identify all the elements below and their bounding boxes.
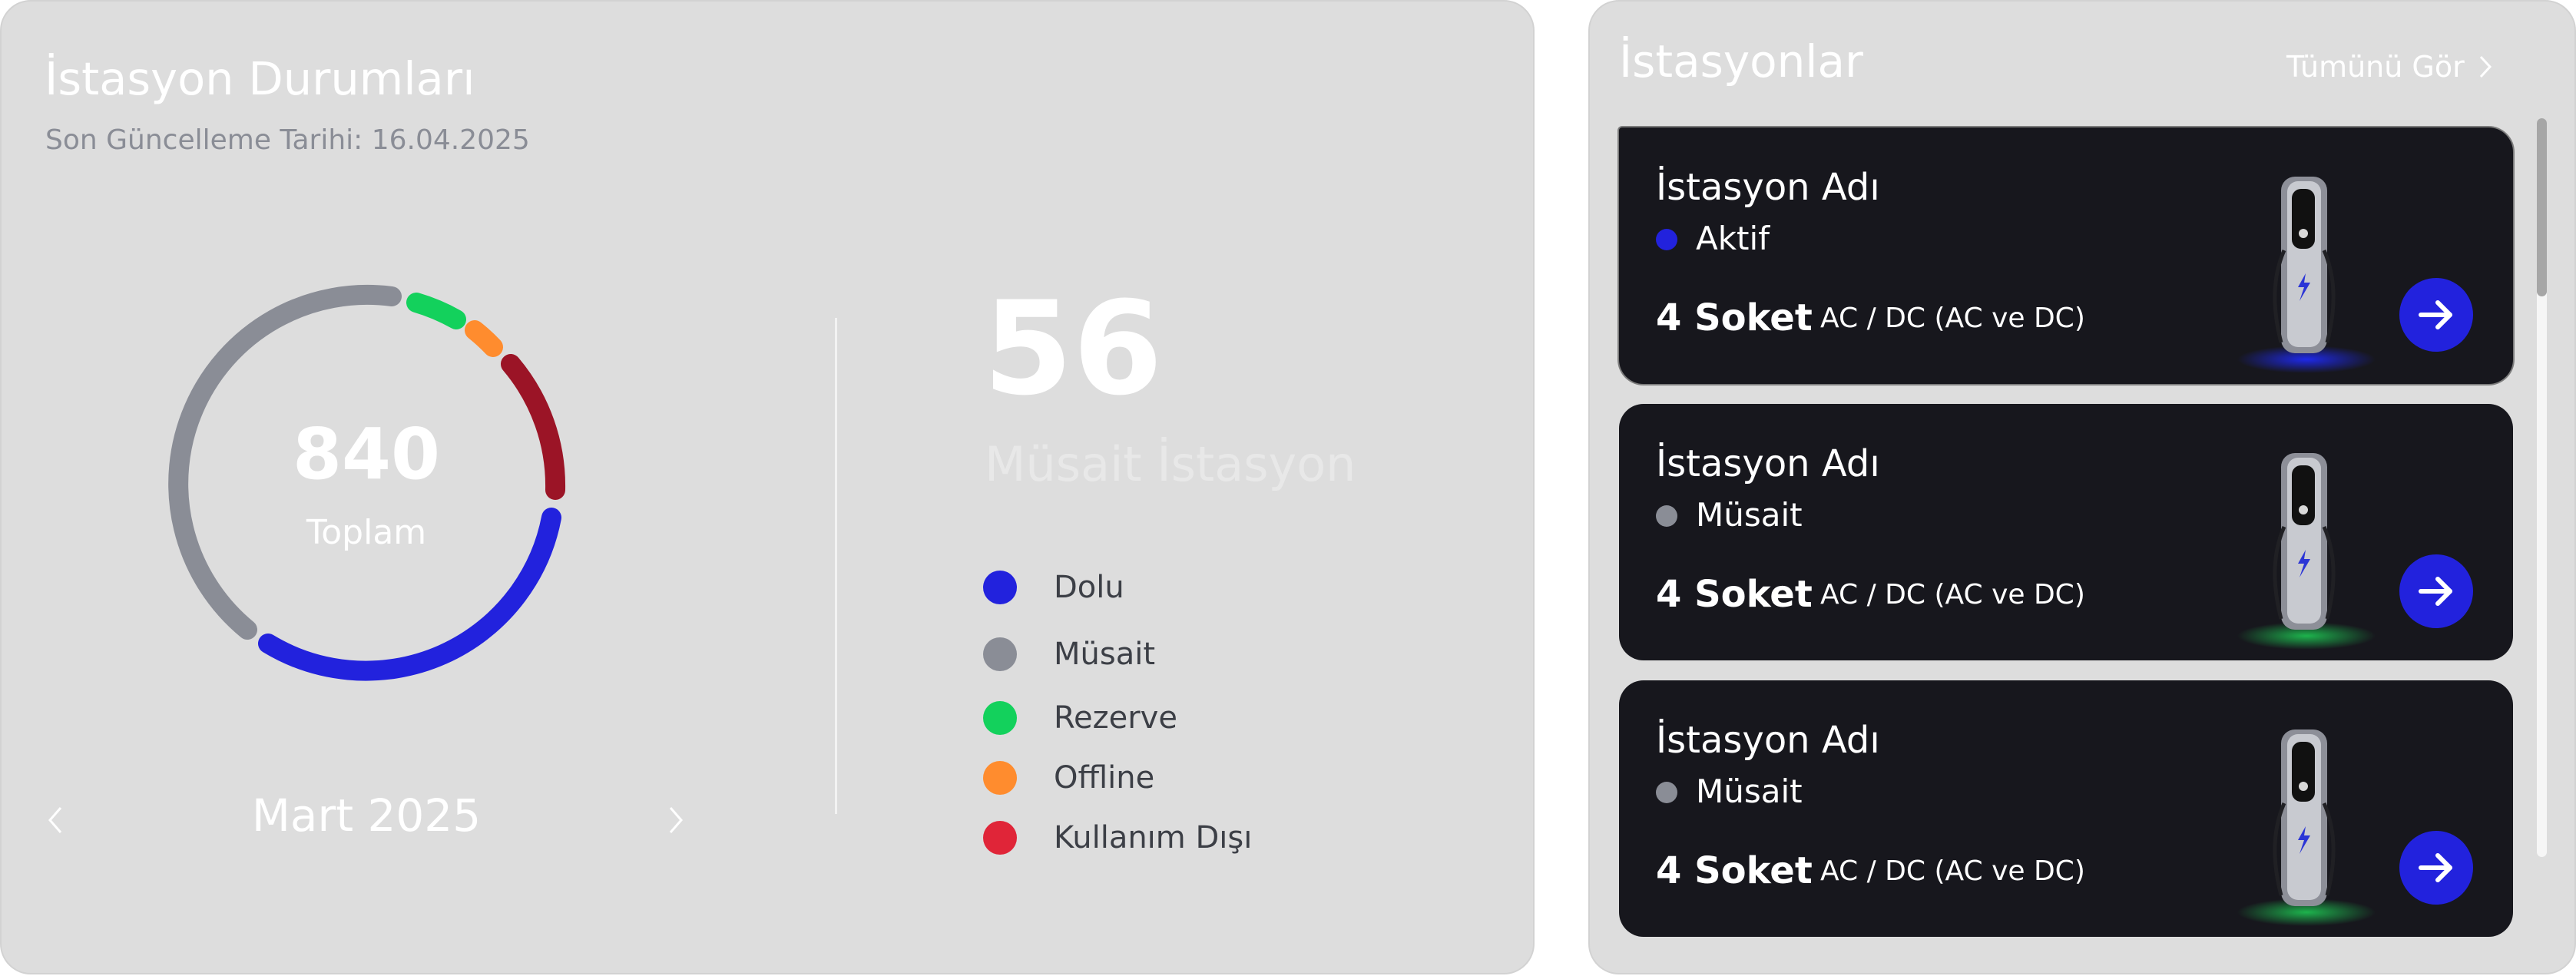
open-station-button[interactable] (2399, 554, 2473, 628)
arrow-right-icon (2419, 300, 2452, 329)
see-all-link[interactable]: Tümünü Gör (2286, 46, 2492, 88)
scrollbar-thumb[interactable] (2537, 118, 2547, 296)
arrow-right-icon (2419, 577, 2452, 606)
ev-charger-image (2237, 177, 2376, 373)
legend-item-dolu: Dolu (983, 570, 1124, 605)
total-count: 840 (292, 413, 441, 495)
station-name: İstasyon Adı (1656, 442, 1880, 485)
socket-type: AC / DC (AC ve DC) (1820, 855, 2085, 887)
socket-count: 4 Soket (1656, 573, 1813, 616)
station-card[interactable]: İstasyon Adı Müsait 4 Soket AC / DC (AC … (1619, 680, 2513, 937)
stations-panel: İstasyonlar Tümünü Gör İstasyon Adı Akti… (1588, 0, 2576, 974)
station-name: İstasyon Adı (1656, 719, 1880, 762)
legend-dot (983, 761, 1017, 795)
available-count: 56 (983, 273, 1163, 424)
open-station-button[interactable] (2399, 831, 2473, 905)
vertical-divider (835, 318, 837, 814)
station-status: Müsait (1696, 496, 1803, 534)
legend-dot (983, 637, 1017, 671)
socket-count: 4 Soket (1656, 296, 1813, 339)
station-card[interactable]: İstasyon Adı Müsait 4 Soket AC / DC (AC … (1619, 404, 2513, 660)
status-dot (1656, 782, 1677, 803)
station-status: Müsait (1696, 773, 1803, 810)
legend-label: Rezerve (1054, 700, 1177, 736)
total-label: Toplam (306, 513, 427, 552)
legend-label: Müsait (1054, 637, 1156, 672)
station-status-panel: İstasyon Durumları Son Güncelleme Tarihi… (0, 0, 1535, 974)
legend-label: Offline (1054, 760, 1155, 796)
status-dot (1656, 229, 1677, 250)
station-status: Aktif (1696, 220, 1770, 257)
status-dot (1656, 505, 1677, 527)
station-card[interactable]: İstasyon Adı Aktif 4 Soket AC / DC (AC v… (1619, 127, 2513, 384)
next-month-button[interactable] (661, 800, 691, 840)
see-all-label: Tümünü Gör (2286, 50, 2465, 84)
legend-label: Dolu (1054, 570, 1124, 605)
ring-segment-rezerve (406, 293, 466, 329)
open-station-button[interactable] (2399, 278, 2473, 352)
month-label: Mart 2025 (251, 789, 482, 842)
previous-month-button[interactable] (40, 800, 71, 840)
socket-type: AC / DC (AC ve DC) (1820, 579, 2085, 610)
legend-item-kullanim-disi: Kullanım Dışı (983, 820, 1252, 855)
legend-dot (983, 571, 1017, 604)
available-label: Müsait İstasyon (985, 436, 1356, 492)
legend-item-offline: Offline (983, 760, 1154, 796)
ev-charger-image (2237, 730, 2376, 926)
chevron-left-icon (48, 807, 62, 833)
legend-dot (983, 821, 1017, 855)
ev-charger-image (2237, 453, 2376, 650)
legend-dot (983, 701, 1017, 735)
arrow-right-icon (2419, 853, 2452, 882)
legend-item-musait: Müsait (983, 637, 1155, 672)
chevron-right-icon (669, 807, 683, 833)
legend-label: Kullanım Dışı (1054, 820, 1253, 855)
socket-count: 4 Soket (1656, 849, 1813, 892)
legend-item-rezerve: Rezerve (983, 700, 1177, 736)
ring-segment-offline (465, 320, 503, 357)
stations-title: İstasyonlar (1619, 35, 1863, 88)
station-name: İstasyon Adı (1656, 166, 1880, 209)
socket-type: AC / DC (AC ve DC) (1820, 303, 2085, 334)
chevron-right-icon (2479, 55, 2492, 78)
